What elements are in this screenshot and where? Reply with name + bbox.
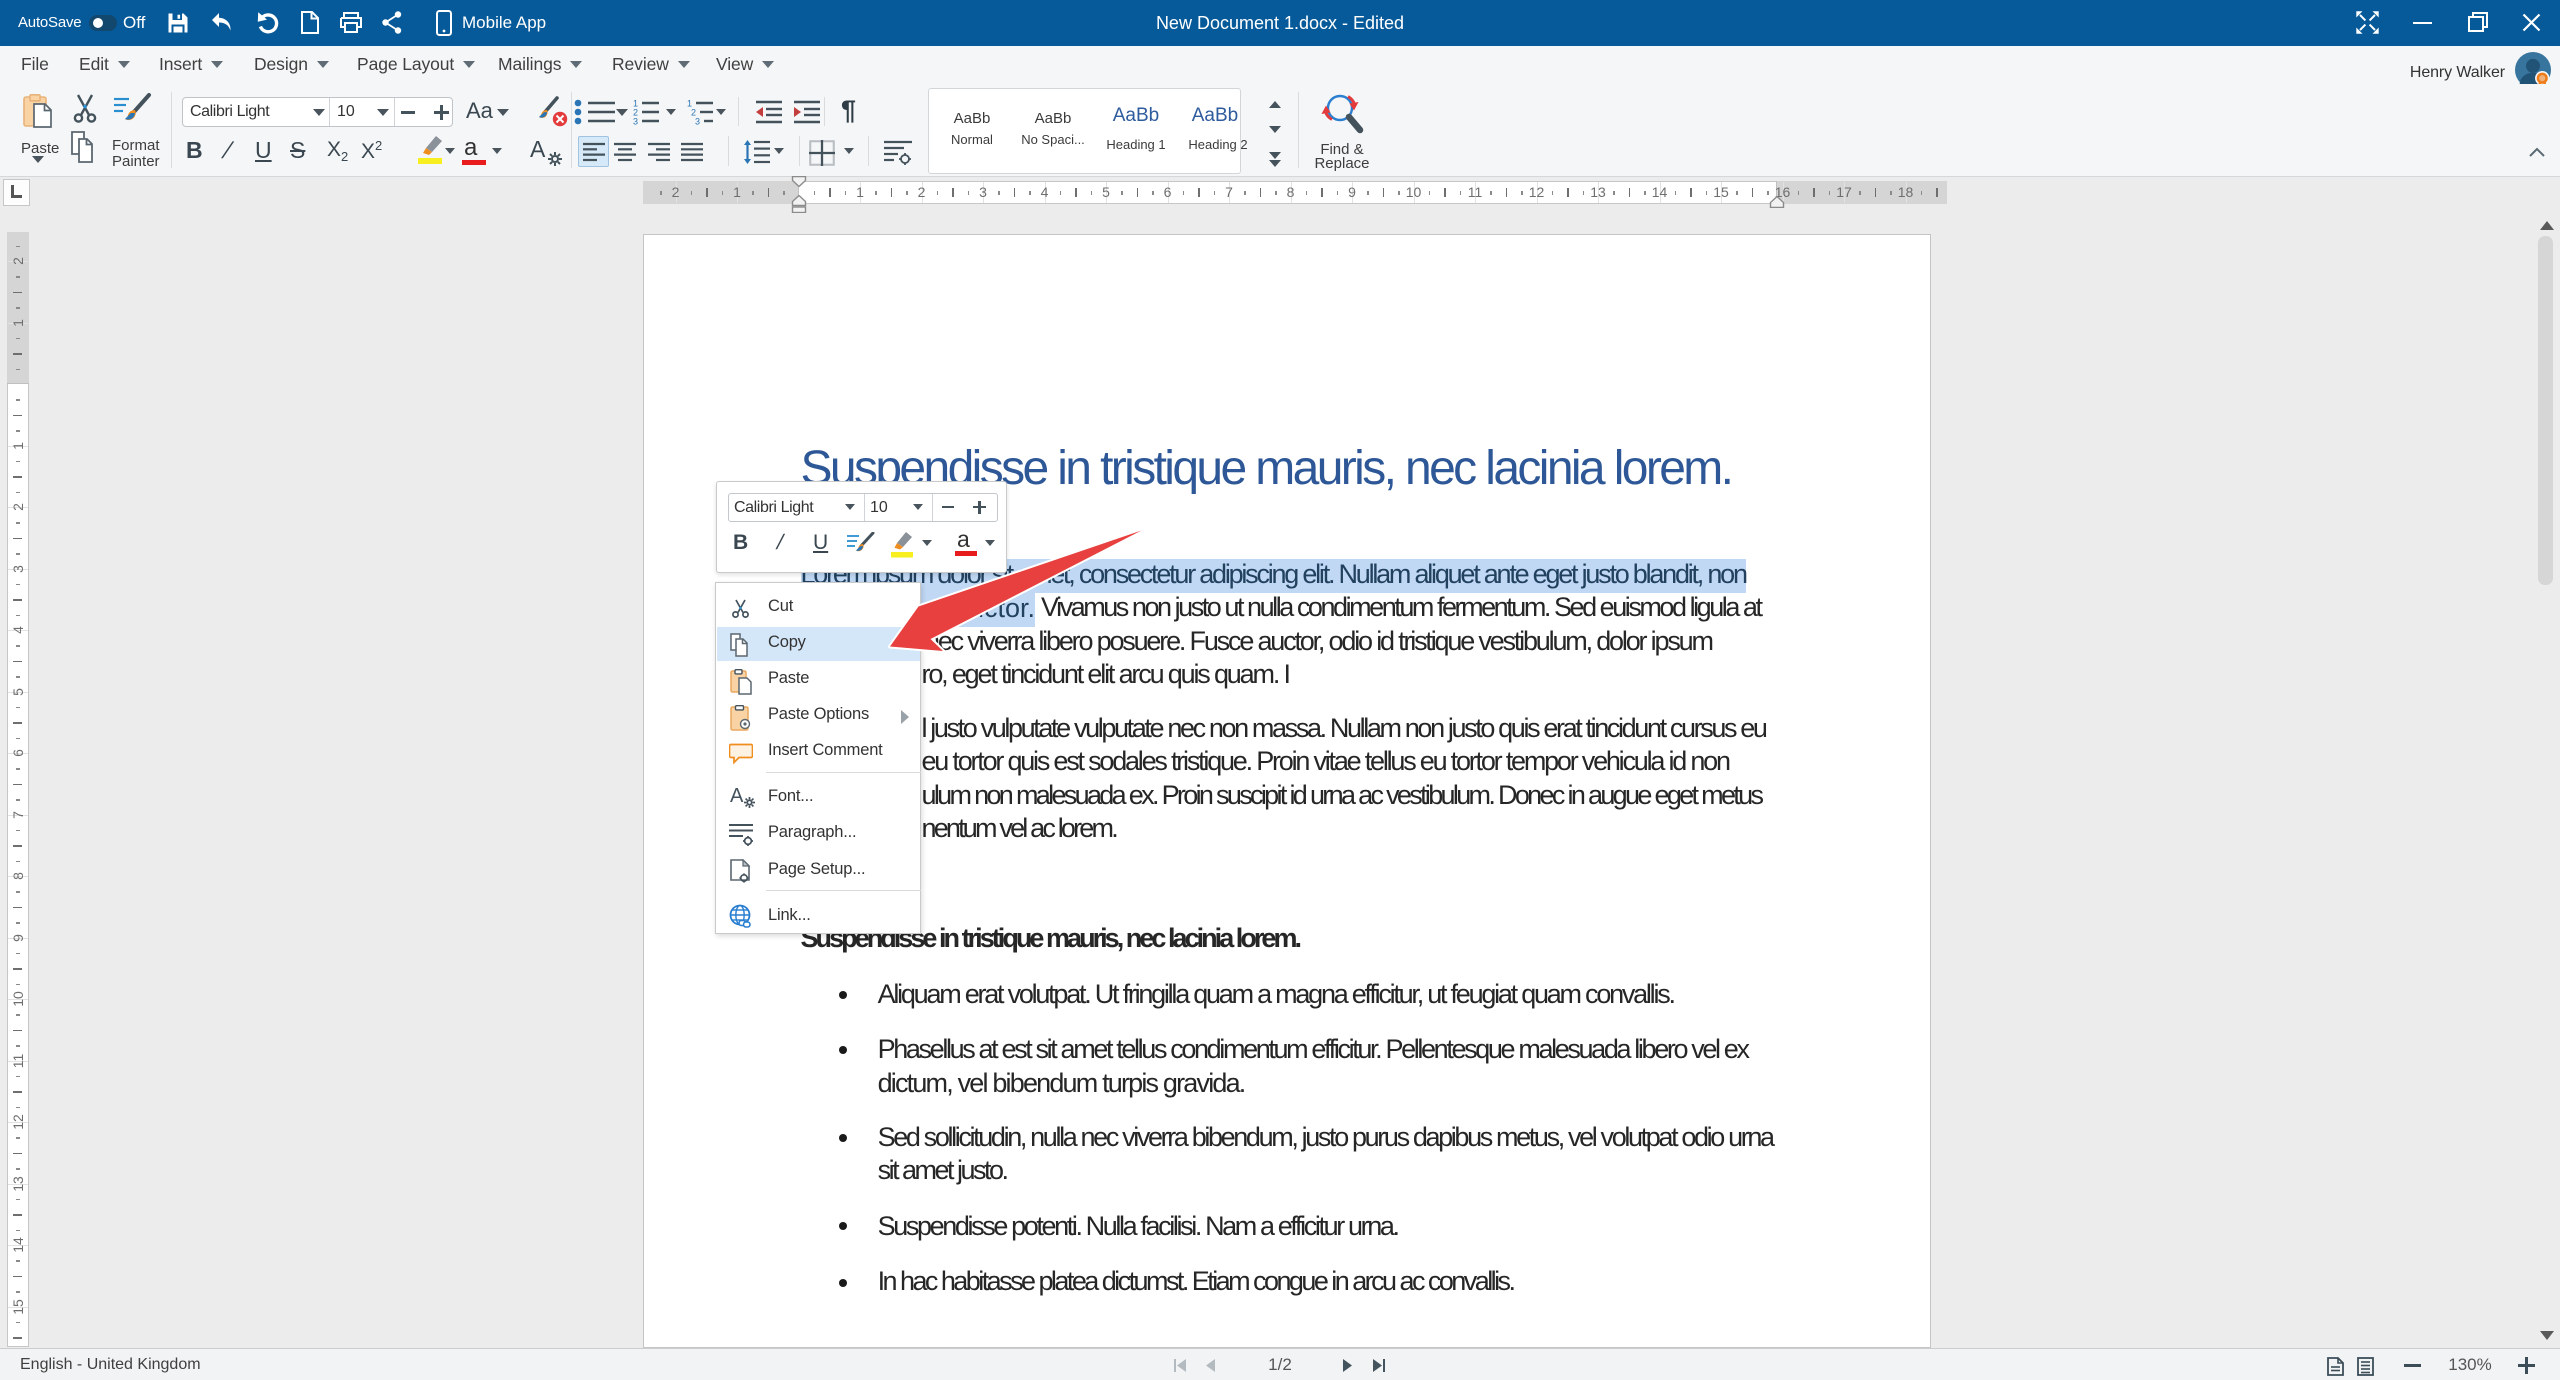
svg-text:3: 3 — [633, 117, 638, 126]
svg-text:3: 3 — [695, 117, 700, 126]
